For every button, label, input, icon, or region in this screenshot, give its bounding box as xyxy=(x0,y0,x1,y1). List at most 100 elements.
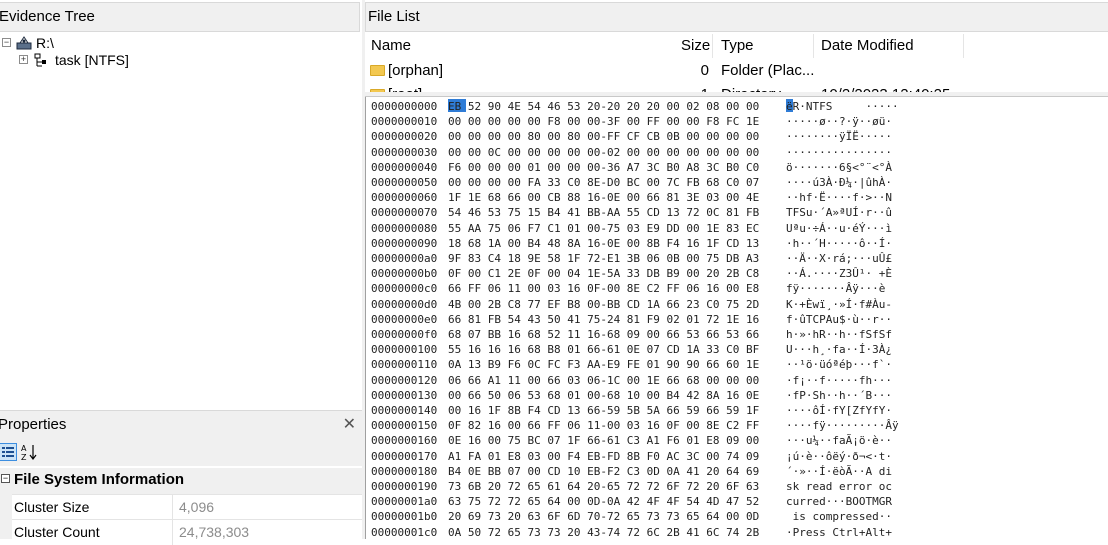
tree-node-task[interactable]: + task [NTFS] xyxy=(0,51,200,69)
hex-bytes: 00 00 00 00 FA 33 C0 8E-D0 BC 00 7C FB 6… xyxy=(448,176,760,189)
evidence-drive-icon xyxy=(16,35,32,51)
left-panel: Evidence Tree − R:\ + task [NTFS] Proper… xyxy=(0,0,362,545)
column-header-date[interactable]: Date Modified xyxy=(821,34,914,58)
hex-offset: 0000000040 xyxy=(371,160,438,174)
hex-ascii: ·f¡··f·····fh··· xyxy=(786,373,892,387)
file-row-orphan[interactable]: [orphan] 0 Folder (Plac... xyxy=(365,59,1108,83)
hex-offset: 0000000140 xyxy=(371,404,438,417)
hex-ascii: ·fP·Sh··h··´B··· xyxy=(786,388,892,402)
hex-offset: 0000000010 xyxy=(371,115,438,129)
hex-ascii: is compressed·· xyxy=(786,510,892,524)
hex-bytes: EB 52 90 4E 54 46 53 20-20 20 20 00 02 0… xyxy=(448,100,760,113)
hex-ascii: ····ú3À·Ð¼·|ûhÀ· xyxy=(786,176,892,189)
hex-offset: 00000000a0 xyxy=(371,252,438,265)
hex-offset: 0000000190 xyxy=(371,480,438,493)
file-list-table: Name Size Type Date Modified [orphan] 0 … xyxy=(365,32,1108,92)
properties-toolbar: A Z xyxy=(0,438,362,466)
tree-node-root[interactable]: − R:\ xyxy=(0,34,200,52)
expand-icon[interactable]: + xyxy=(19,55,28,64)
hex-bytes: 0F 00 C1 2E 0F 00 04 1E-5A 33 DB B9 00 2… xyxy=(448,267,760,281)
svg-text:A: A xyxy=(21,444,27,453)
hex-ascii: ¡ú·è··ôëý·ð¬<·t· xyxy=(786,449,892,463)
property-row[interactable]: Cluster Size 4,096 xyxy=(12,494,362,520)
hex-bytes: 00 00 0C 00 00 00 00 00-02 00 00 00 00 0… xyxy=(448,145,760,159)
hex-offset: 00000000b0 xyxy=(371,267,438,281)
column-divider[interactable] xyxy=(813,34,814,58)
column-header-type[interactable]: Type xyxy=(721,34,754,58)
file-date: 10/2/2023 12:40:25 xyxy=(821,83,950,92)
hex-offset: 0000000020 xyxy=(371,130,438,144)
hex-bytes: 0A 50 72 65 73 73 20 43-74 72 6C 2B 41 6… xyxy=(448,525,760,539)
hex-ascii: ·h··´H·····ô··Í· xyxy=(786,236,892,250)
hex-offset: 0000000000 xyxy=(371,100,438,113)
hex-bytes: 4B 00 2B C8 77 EF B8 00-BB CD 1A 66 23 C… xyxy=(448,297,760,311)
hex-bytes: 54 46 53 75 15 B4 41 BB-AA 55 CD 13 72 0… xyxy=(448,206,760,220)
hex-ascii: h·»·hR··h··fSfSf xyxy=(786,328,892,341)
column-divider xyxy=(172,495,173,520)
hex-ascii: ·Press Ctrl+Alt+ xyxy=(786,525,892,539)
column-divider xyxy=(172,520,173,545)
filesystem-icon xyxy=(33,52,49,68)
property-value: 4,096 xyxy=(179,499,215,515)
hex-offset: 0000000060 xyxy=(371,191,438,205)
hex-ascii: fÿ·······Âÿ···è xyxy=(786,282,886,296)
file-size: 0 xyxy=(700,62,709,79)
collapse-icon[interactable]: − xyxy=(2,38,11,47)
file-list-header: File List xyxy=(365,2,1108,32)
property-value: 24,738,303 xyxy=(179,524,250,540)
hex-offset: 0000000120 xyxy=(371,373,438,387)
hex-offset: 0000000030 xyxy=(371,145,438,159)
close-icon[interactable]: ✕ xyxy=(343,411,356,439)
hex-bytes: 1F 1E 68 66 00 CB 88 16-0E 00 66 81 3E 0… xyxy=(448,191,760,205)
hex-ascii: f·ûTCPAu$·ù··r·· xyxy=(786,312,892,326)
file-list-title: File List xyxy=(368,8,420,25)
hex-bytes: 00 00 00 00 00 F8 00 00-3F 00 FF 00 00 F… xyxy=(448,115,760,129)
hex-ascii: K·+Èwï¸·»Í·f#Àu- xyxy=(786,297,892,311)
hex-offset: 0000000180 xyxy=(371,464,438,478)
hex-offset: 00000000c0 xyxy=(371,282,438,296)
hex-bytes: B4 0E BB 07 00 CD 10 EB-F2 C3 0D 0A 41 2… xyxy=(448,464,760,478)
evidence-tree[interactable]: − R:\ + task [NTFS] xyxy=(0,34,362,404)
column-divider[interactable] xyxy=(963,34,964,58)
file-size: 1 xyxy=(685,83,709,92)
hex-bytes: 66 FF 06 11 00 03 16 0F-00 8E C2 FF 06 1… xyxy=(448,282,760,296)
hex-ascii: curred···BOOTMGR xyxy=(786,495,892,509)
hex-ascii: ··¹ö·üóªéþ···f`· xyxy=(786,358,892,372)
hex-bytes: 00 66 50 06 53 68 01 00-68 10 00 B4 42 8… xyxy=(448,388,760,402)
column-header-size[interactable]: Size xyxy=(681,34,710,58)
file-name: [root] xyxy=(388,83,422,92)
file-name: [orphan] xyxy=(388,62,444,79)
hex-offset: 0000000100 xyxy=(371,343,438,357)
hex-bytes: 63 75 72 72 65 64 00 0D-0A 42 4F 4F 54 4… xyxy=(448,495,760,509)
hex-ascii: TFSu·´A»ªUÍ·r··û xyxy=(786,206,892,220)
categorized-view-icon[interactable] xyxy=(0,443,17,461)
hex-bytes: 66 81 FB 54 43 50 41 75-24 81 F9 02 01 7… xyxy=(448,312,760,326)
hex-bytes: 0A 13 B9 F6 0C FC F3 AA-E9 FE 01 90 90 6… xyxy=(448,358,760,372)
hex-offset: 0000000130 xyxy=(371,388,438,402)
sort-alphabetical-icon[interactable]: A Z xyxy=(20,443,38,462)
hex-offset: 0000000170 xyxy=(371,449,438,463)
category-label: File System Information xyxy=(14,471,185,488)
collapse-icon[interactable]: − xyxy=(1,474,10,483)
hex-bytes: 68 07 BB 16 68 52 11 16-68 09 00 66 53 6… xyxy=(448,328,760,341)
column-divider[interactable] xyxy=(712,34,713,58)
hex-ascii: ´·»··Í·ëòÃ··A di xyxy=(786,464,892,478)
file-row-root[interactable]: [root] 1 Directory 10/2/2023 12:40:25 xyxy=(365,83,1108,92)
hex-bytes: 20 69 73 20 63 6F 6D 70-72 65 73 73 65 6… xyxy=(448,510,760,524)
hex-bytes: 06 66 A1 11 00 66 03 06-1C 00 1E 66 68 0… xyxy=(448,373,760,387)
column-header-name[interactable]: Name xyxy=(371,34,411,58)
hex-ascii: U···h¸·fa··Í·3À¿ xyxy=(786,343,892,357)
hex-viewer[interactable]: 0000000000 EB 52 90 4E 54 46 53 20-20 20 … xyxy=(365,97,1108,539)
property-row[interactable]: Cluster Count 24,738,303 xyxy=(12,519,362,545)
category-file-system-information[interactable]: − File System Information xyxy=(0,468,362,492)
hex-bytes: 0F 82 16 00 66 FF 06 11-00 03 16 0F 00 8… xyxy=(448,419,760,433)
svg-text:Z: Z xyxy=(21,453,27,461)
file-type: Directory xyxy=(721,83,781,92)
property-name: Cluster Count xyxy=(14,524,100,540)
file-type: Folder (Plac... xyxy=(721,62,815,79)
property-name: Cluster Size xyxy=(14,499,90,515)
hex-bytes: 55 AA 75 06 F7 C1 01 00-75 03 E9 DD 00 1… xyxy=(448,221,760,235)
hex-bytes: 73 6B 20 72 65 61 64 20-65 72 72 6F 72 2… xyxy=(448,480,760,493)
hex-bytes: 00 16 1F 8B F4 CD 13 66-59 5B 5A 66 59 6… xyxy=(448,404,760,417)
hex-bytes: 18 68 1A 00 B4 48 8A 16-0E 00 8B F4 16 1… xyxy=(448,236,760,250)
